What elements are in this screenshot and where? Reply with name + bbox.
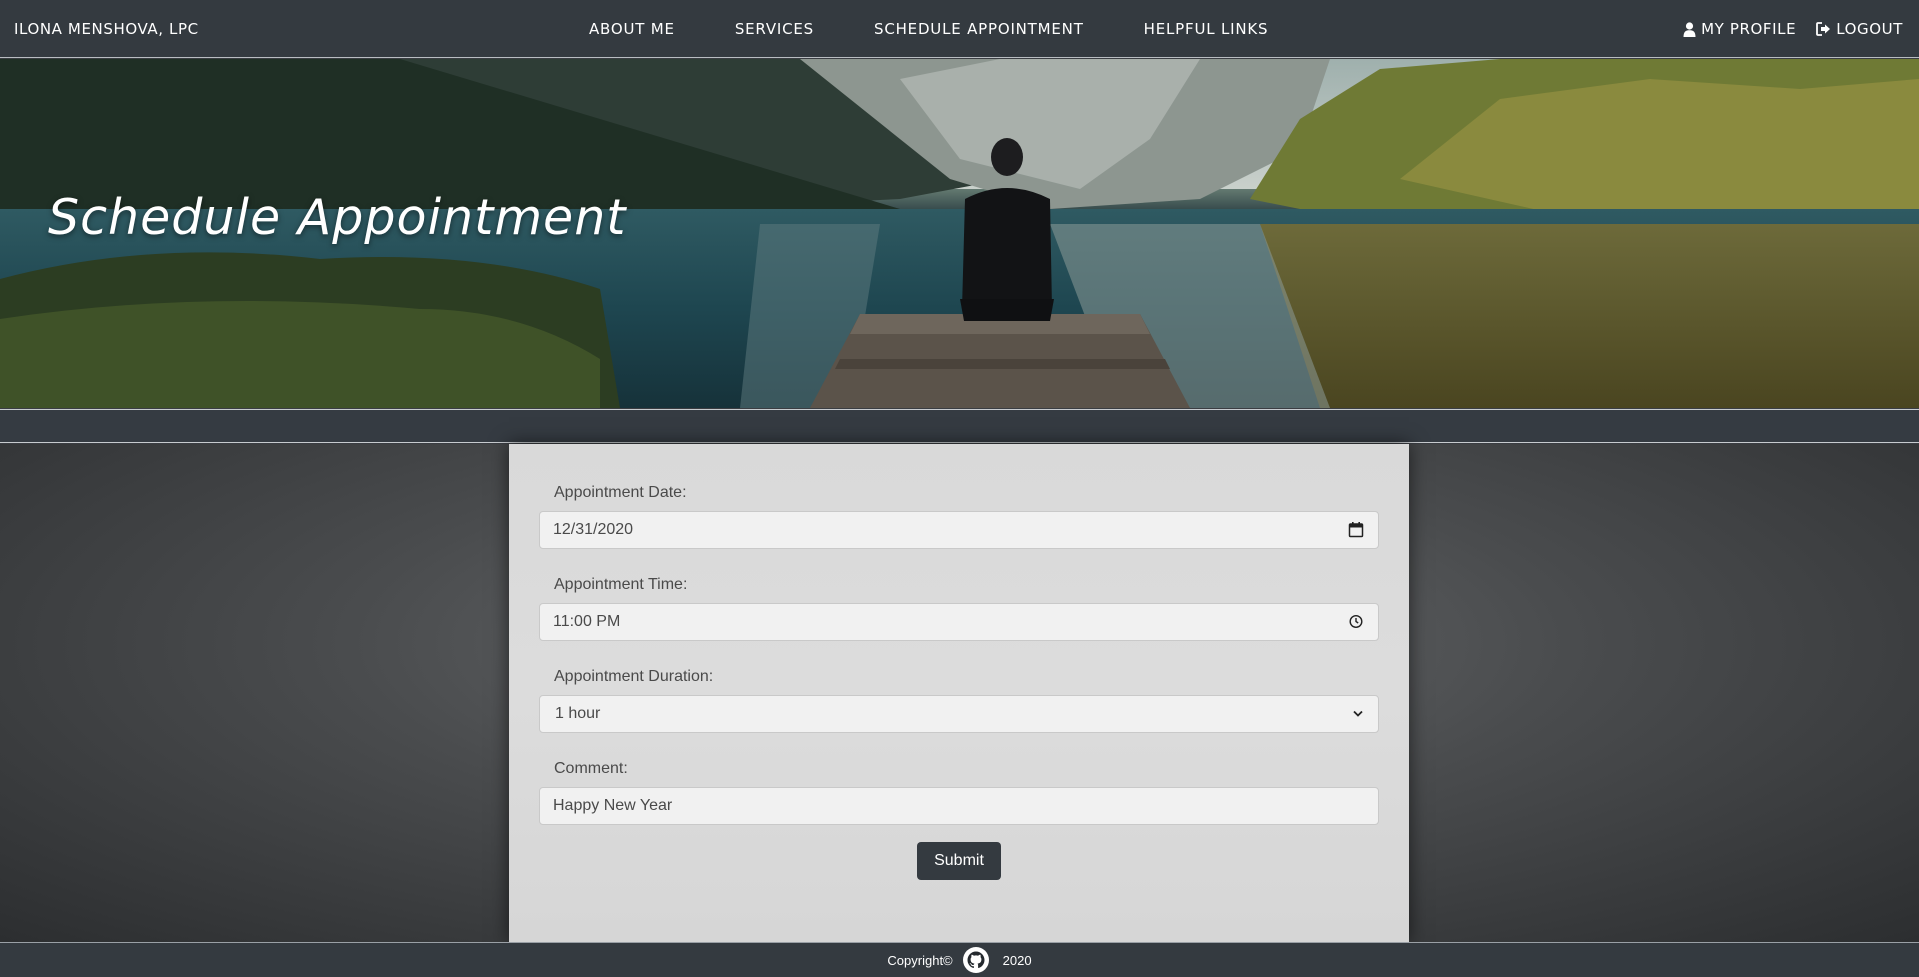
appointment-time-value: 11:00 PM — [553, 613, 621, 630]
github-link[interactable] — [962, 947, 989, 973]
logout-link[interactable]: LOGOUT — [1816, 20, 1903, 38]
footer: Copyright© 2020 — [0, 942, 1919, 977]
user-icon — [1683, 21, 1696, 37]
appointment-date-input[interactable]: 12/31/2020 — [539, 511, 1379, 549]
top-navbar: ILONA MENSHOVA, LPC ABOUT ME SERVICES SC… — [0, 0, 1919, 58]
sign-out-icon — [1816, 22, 1831, 36]
hero-banner: Schedule Appointment — [0, 59, 1919, 408]
nav-link-about-me[interactable]: ABOUT ME — [589, 20, 675, 38]
my-profile-link[interactable]: MY PROFILE — [1683, 20, 1796, 38]
copyright-text: Copyright© — [887, 952, 953, 968]
my-profile-label: MY PROFILE — [1701, 20, 1797, 38]
appointment-duration-select[interactable]: 1 hour — [539, 695, 1379, 733]
appointment-duration-value: 1 hour — [555, 705, 601, 722]
brand-name[interactable]: ILONA MENSHOVA, LPC — [14, 20, 199, 38]
appointment-date-label: Appointment Date: — [554, 484, 687, 501]
nav-link-services[interactable]: SERVICES — [735, 20, 814, 38]
chevron-down-icon — [1353, 710, 1363, 717]
appointment-time-input[interactable]: 11:00 PM — [539, 603, 1379, 641]
comment-label: Comment: — [554, 760, 628, 777]
divider-strip — [0, 409, 1919, 443]
comment-value: Happy New Year — [553, 797, 673, 814]
clock-icon[interactable] — [1348, 613, 1364, 630]
copyright-year: 2020 — [1002, 952, 1032, 968]
comment-input[interactable]: Happy New Year — [539, 787, 1379, 825]
github-icon — [967, 951, 985, 969]
nav-link-helpful-links[interactable]: HELPFUL LINKS — [1144, 20, 1269, 38]
page-title: Schedule Appointment — [48, 189, 627, 246]
calendar-icon[interactable] — [1348, 521, 1364, 538]
appointment-time-label: Appointment Time: — [554, 576, 688, 593]
appointment-duration-label: Appointment Duration: — [554, 668, 714, 685]
nav-user-menu: MY PROFILE LOGOUT — [1663, 20, 1903, 38]
appointment-date-value: 12/31/2020 — [553, 521, 634, 538]
logout-label: LOGOUT — [1836, 20, 1903, 38]
appointment-form: Appointment Date: 12/31/2020 Appointment… — [509, 444, 1409, 942]
nav-link-schedule-appointment[interactable]: SCHEDULE APPOINTMENT — [874, 20, 1084, 38]
submit-button[interactable]: Submit — [917, 842, 1001, 880]
nav-links: ABOUT ME SERVICES SCHEDULE APPOINTMENT H… — [589, 20, 1328, 38]
